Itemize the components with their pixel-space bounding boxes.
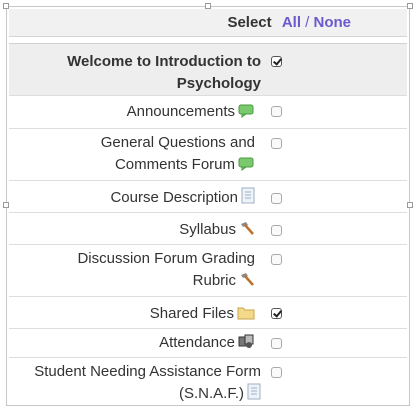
list-item: Course Description [9, 180, 407, 212]
select-all-link[interactable]: All [282, 14, 301, 31]
list-item: Attendance [9, 328, 407, 357]
list-item-text: Shared Files [149, 305, 234, 322]
item-checkbox[interactable] [271, 338, 282, 349]
item-checkbox[interactable] [271, 254, 282, 265]
select-label: Select [227, 14, 272, 31]
resize-handle-middle-right[interactable] [407, 202, 413, 208]
list-item-label: Attendance [5, 332, 255, 354]
speech-bubble-icon [238, 157, 254, 171]
list-item-label: Discussion Forum Grading Rubric [5, 248, 255, 292]
list-item-label: Student Needing Assistance Form (S.N.A.F… [0, 361, 261, 405]
list-item-text-line2: (S.N.A.F.) [178, 385, 244, 402]
list-item-text-line2: Rubric [192, 272, 236, 289]
select-separator: / [305, 14, 310, 31]
hammer-icon [241, 222, 254, 235]
list-item: Shared Files [9, 296, 407, 328]
item-checkbox[interactable] [271, 308, 282, 319]
course-header-row: Welcome to Introduction to Psychology [9, 43, 407, 95]
list-item-label: Announcements [5, 101, 255, 123]
item-checkbox[interactable] [271, 138, 282, 149]
attendance-icon [238, 334, 254, 348]
item-checkbox[interactable] [271, 225, 282, 236]
list-item-text: Course Description [110, 189, 238, 206]
item-checkbox[interactable] [271, 367, 282, 378]
item-checkbox[interactable] [271, 193, 282, 204]
list-item-text: Student Needing Assistance Form [34, 363, 261, 380]
course-title-line2: Psychology [176, 75, 261, 92]
resize-handle-top-right[interactable] [407, 3, 413, 9]
list-item: Student Needing Assistance Form (S.N.A.F… [9, 357, 407, 409]
select-none-link[interactable]: None [314, 14, 352, 31]
list-item-text: Syllabus [179, 221, 236, 238]
list-item-label: Course Description [5, 187, 255, 209]
list-item-text: Attendance [159, 334, 235, 351]
list-item-text: Announcements [126, 103, 235, 120]
folder-icon [237, 307, 255, 320]
list-item: General Questions and Comments Forum [9, 128, 407, 180]
list-item-label: Shared Files [5, 303, 255, 325]
document-icon [247, 383, 261, 400]
item-checkbox[interactable] [271, 106, 282, 117]
course-title-line1: Welcome to Introduction to [67, 53, 261, 70]
list-item-text: General Questions and [100, 134, 255, 151]
list-item-label: General Questions and Comments Forum [5, 132, 255, 176]
list-item: Syllabus [9, 212, 407, 244]
list-item: Discussion Forum Grading Rubric [9, 244, 407, 296]
course-checkbox[interactable] [271, 56, 282, 67]
list-item: Announcements [9, 95, 407, 128]
hammer-icon [241, 273, 254, 286]
course-title: Welcome to Introduction to Psychology [11, 51, 261, 95]
document-icon [241, 187, 255, 204]
speech-bubble-icon [238, 104, 254, 118]
list-item-label: Syllabus [5, 219, 255, 241]
list-item-text-line2: Comments Forum [114, 156, 235, 173]
list-item-text: Discussion Forum Grading [77, 250, 255, 267]
select-bar: Select All / None [9, 9, 407, 37]
